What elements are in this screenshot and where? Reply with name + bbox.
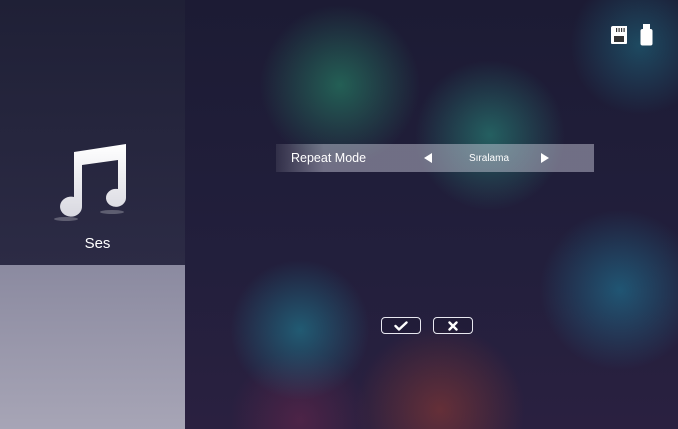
sd-card-icon (611, 26, 627, 44)
category-panel-top (0, 0, 185, 265)
next-option-arrow-icon[interactable] (541, 153, 549, 163)
x-icon (448, 320, 458, 331)
usb-drive-icon (640, 24, 653, 46)
repeat-mode-setting[interactable]: Repeat Mode Sıralama (276, 144, 594, 172)
checkmark-icon (394, 320, 408, 331)
repeat-mode-value: Sıralama (468, 152, 509, 164)
previous-option-arrow-icon[interactable] (424, 153, 432, 163)
category-label: Ses (84, 235, 111, 252)
category-panel-bottom (0, 265, 185, 429)
confirm-button[interactable] (381, 317, 421, 334)
music-note-icon (54, 144, 126, 221)
cancel-button[interactable] (433, 317, 473, 334)
repeat-mode-label: Repeat Mode (291, 151, 367, 165)
